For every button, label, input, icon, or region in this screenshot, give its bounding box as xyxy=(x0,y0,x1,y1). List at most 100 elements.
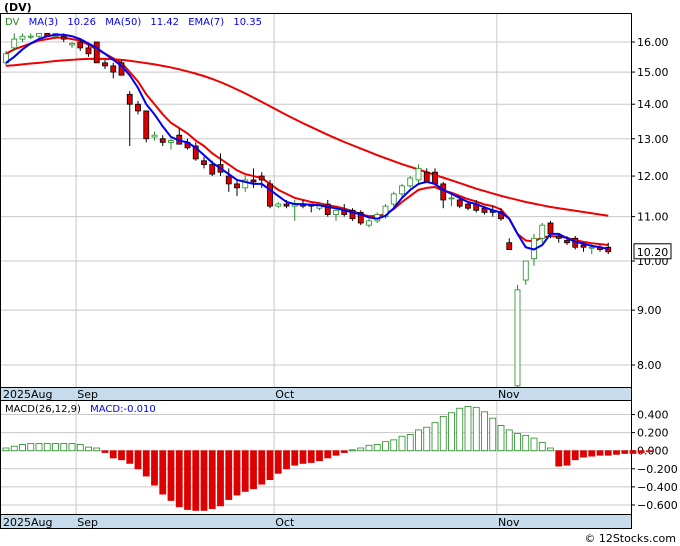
legend-ema7-value: 10.35 xyxy=(233,17,262,28)
legend-ma3-value: 10.26 xyxy=(67,17,96,28)
macd-tick-label: −0.400 xyxy=(637,481,678,494)
macd-bar xyxy=(448,412,455,452)
macd-bar xyxy=(571,450,579,461)
macd-bar xyxy=(423,426,431,452)
candle-body xyxy=(19,35,26,40)
candle-body xyxy=(250,179,257,183)
watermark: © 12Stocks.com xyxy=(584,532,676,545)
macd-bar xyxy=(580,450,587,458)
candle-body xyxy=(258,175,265,181)
macd-bar xyxy=(233,450,241,496)
price-y-axis: 8.009.0010.0011.0012.0013.0014.0015.0016… xyxy=(631,36,669,372)
candle-body xyxy=(547,222,554,235)
macd-bar xyxy=(563,450,571,466)
candle xyxy=(514,284,521,392)
macd-panel xyxy=(0,400,632,515)
candle-body xyxy=(283,203,290,207)
macd-bar xyxy=(439,415,447,452)
price-tick-label: 11.00 xyxy=(637,211,669,224)
macd-tick-label: −0.600 xyxy=(637,499,678,512)
candle-body xyxy=(11,38,18,49)
x-axis-label: Nov xyxy=(498,516,520,529)
candle-body xyxy=(366,220,372,226)
last-price-label: 10.20 xyxy=(637,246,669,259)
macd-bar xyxy=(646,450,653,453)
macd-bar xyxy=(390,439,398,452)
macd-bar xyxy=(538,442,546,452)
macd-bar xyxy=(192,450,200,511)
macd-bar xyxy=(382,441,389,452)
macd-bar xyxy=(167,450,175,501)
candle-body xyxy=(275,203,282,207)
macd-bar xyxy=(27,443,35,452)
candle-body xyxy=(234,183,240,189)
candle-body xyxy=(506,242,513,250)
candle-body xyxy=(135,103,141,112)
macd-bar xyxy=(472,406,480,452)
macd-bar xyxy=(307,450,315,463)
macd-bar xyxy=(555,450,563,467)
candle-body xyxy=(77,41,84,49)
macd-bar xyxy=(60,443,68,452)
macd-bar xyxy=(208,450,216,509)
macd-bar xyxy=(76,443,84,452)
macd-bar xyxy=(456,407,464,452)
candle-body xyxy=(102,62,108,67)
candle xyxy=(349,208,356,221)
macd-bar xyxy=(324,450,332,459)
macd-bar xyxy=(2,447,10,452)
macd-bar xyxy=(365,444,373,452)
macd-bar xyxy=(283,450,290,470)
legend-ma50-label: MA(50) xyxy=(105,17,141,28)
candle-body xyxy=(27,35,34,38)
macd-bar xyxy=(299,450,307,464)
macd-bar xyxy=(505,429,513,452)
macd-bar xyxy=(604,450,612,456)
macd-bar xyxy=(118,450,125,461)
macd-bar xyxy=(629,450,637,454)
macd-bar xyxy=(398,435,406,452)
macd-bar xyxy=(151,450,158,486)
price-tick-label: 16.00 xyxy=(637,36,669,49)
macd-bar xyxy=(588,450,596,457)
macd-bar xyxy=(241,450,249,492)
macd-bar xyxy=(340,450,348,453)
macd-bar xyxy=(175,450,183,508)
macd-legend-value: MACD:-0.010 xyxy=(90,404,156,415)
price-panel xyxy=(0,13,632,389)
legend-ma3-label: MA(3) xyxy=(29,17,59,28)
candle-body xyxy=(126,93,133,105)
macd-bar xyxy=(291,450,299,466)
legend-ma50-value: 11.42 xyxy=(150,17,179,28)
x-axis-label: Oct xyxy=(275,388,295,401)
x-axis-label: 2025Aug xyxy=(3,516,52,529)
candle xyxy=(267,179,273,209)
candle-body xyxy=(407,177,414,187)
chart-title: (DV) xyxy=(4,1,32,14)
legend-ema7-label: EMA(7) xyxy=(188,17,224,28)
macd-bar xyxy=(225,450,233,500)
x-axis-label: 2025Aug xyxy=(3,388,52,401)
x-axis-label: Oct xyxy=(275,516,295,529)
candle-body xyxy=(93,41,100,64)
macd-tick-label: 0.200 xyxy=(637,427,669,440)
macd-bar xyxy=(497,425,505,452)
macd-bar xyxy=(522,434,530,452)
candle-body xyxy=(423,171,430,183)
candle-body xyxy=(209,164,216,175)
candle-body xyxy=(85,47,92,55)
macd-bar xyxy=(109,450,117,459)
candle-body xyxy=(159,138,166,143)
macd-bar xyxy=(266,450,274,481)
macd-bar xyxy=(514,433,521,452)
price-tick-label: 8.00 xyxy=(637,359,662,372)
macd-bar xyxy=(43,443,51,452)
macd-tick-label: −0.200 xyxy=(637,463,678,476)
macd-bar xyxy=(250,450,257,490)
candle-body xyxy=(432,171,438,185)
candle-body xyxy=(143,110,150,140)
candle xyxy=(407,176,414,188)
macd-bar xyxy=(489,417,497,452)
macd-bar xyxy=(10,445,18,452)
candle-body xyxy=(267,183,273,207)
